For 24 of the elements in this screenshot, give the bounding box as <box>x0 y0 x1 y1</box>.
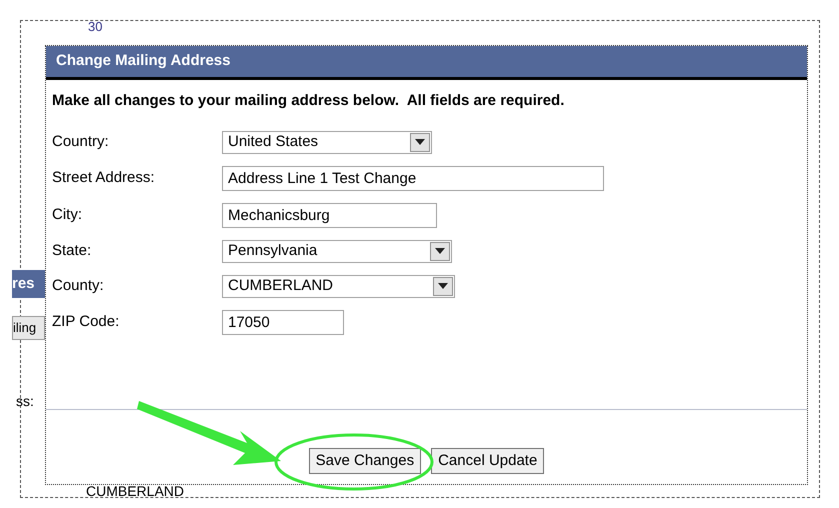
field-label: City: <box>51 204 83 225</box>
page-label: ss: <box>16 394 34 408</box>
dialog-title: Change Mailing Address <box>56 51 230 72</box>
section-header: res <box>12 270 45 298</box>
cancel-button[interactable]: Cancel Update <box>431 448 544 474</box>
input-field[interactable]: Address Line 1 Test Change <box>222 166 604 190</box>
caret-icon <box>433 276 453 296</box>
field-label: ZIP Code: <box>51 312 120 332</box>
dropdown[interactable]: CUMBERLAND <box>222 274 455 298</box>
caret-icon <box>430 242 450 260</box>
input-field[interactable]: 17050 <box>222 310 344 334</box>
dropdown[interactable]: United States <box>222 130 432 154</box>
page-text: CUMBERLAND <box>86 484 184 498</box>
field-label: County: <box>51 276 105 296</box>
input-field[interactable]: Mechanicsburg <box>222 202 437 228</box>
page-button[interactable]: iling <box>12 316 45 340</box>
save-button[interactable]: Save Changes <box>308 448 422 474</box>
field-label: Country: <box>51 132 110 152</box>
field-label: State: <box>51 240 92 261</box>
caret-icon <box>410 132 430 152</box>
instruction-text: Make all changes to your mailing address below. All fields are required. <box>52 91 566 111</box>
dropdown[interactable]: Pennsylvania <box>222 240 452 262</box>
field-label: Street Address: <box>51 168 156 188</box>
page-text: 30 <box>88 20 102 33</box>
